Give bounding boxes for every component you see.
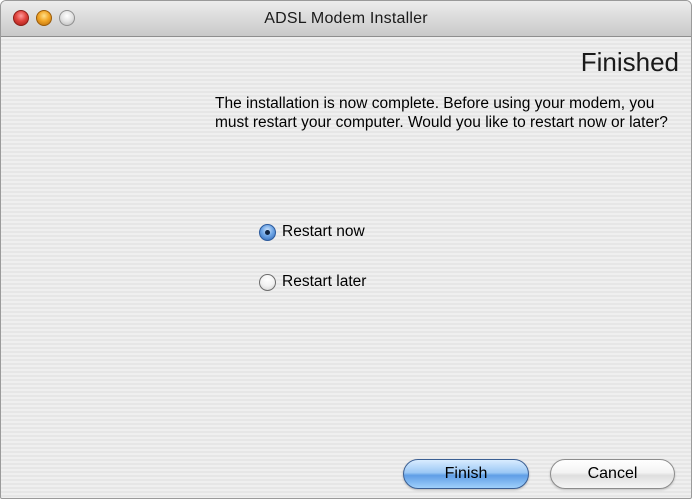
- restart-later-option[interactable]: Restart later: [259, 271, 366, 293]
- completion-message: The installation is now complete. Before…: [215, 95, 668, 131]
- page-heading: Finished: [580, 47, 679, 77]
- restart-later-label[interactable]: Restart later: [282, 273, 366, 291]
- title-bar[interactable]: ADSL Modem Installer: [1, 1, 691, 37]
- window-title: ADSL Modem Installer: [264, 10, 428, 27]
- restart-now-label[interactable]: Restart now: [282, 223, 365, 241]
- cancel-button[interactable]: Cancel: [550, 459, 675, 489]
- restart-later-radio[interactable]: [259, 273, 276, 291]
- radio-selected-dot: [265, 229, 270, 235]
- restart-now-radio[interactable]: [259, 223, 276, 241]
- installer-window: ADSL Modem Installer Finished The instal…: [0, 0, 692, 499]
- finish-button[interactable]: Finish: [403, 459, 529, 489]
- restart-now-option[interactable]: Restart now: [259, 221, 365, 243]
